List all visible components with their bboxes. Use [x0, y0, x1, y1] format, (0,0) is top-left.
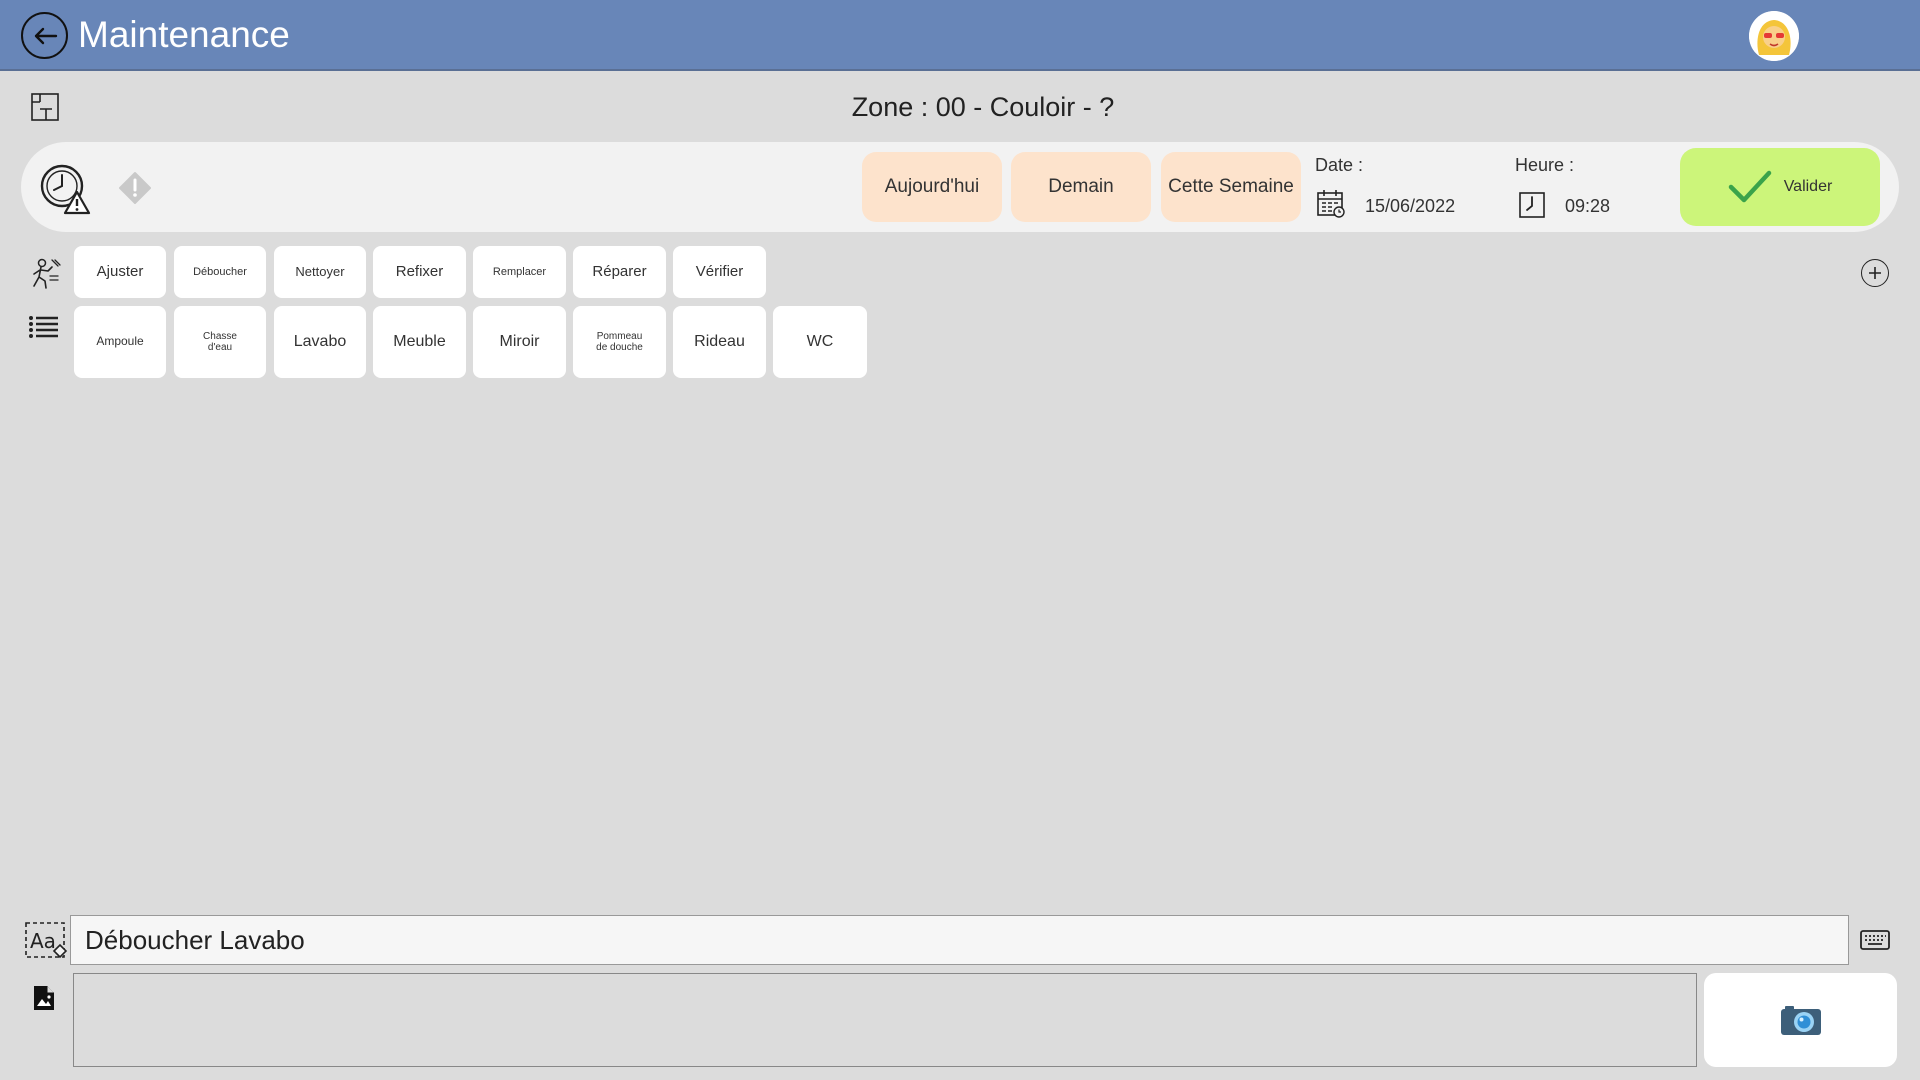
calendar-icon[interactable]	[1316, 189, 1346, 219]
time-value[interactable]: 09:28	[1565, 196, 1610, 217]
notes-area[interactable]	[73, 973, 1697, 1067]
back-button[interactable]	[21, 12, 68, 59]
this-week-button[interactable]: Cette Semaine	[1161, 152, 1301, 222]
object-wc[interactable]: WC	[773, 306, 867, 378]
back-arrow-icon	[34, 27, 57, 44]
validate-label: Valider	[1783, 178, 1833, 195]
image-file-icon[interactable]	[33, 985, 55, 1011]
description-input[interactable]	[70, 915, 1849, 965]
action-deboucher[interactable]: Déboucher	[174, 246, 266, 298]
text-edit-icon[interactable]: Aa	[24, 921, 68, 963]
object-chasse-deau[interactable]: Chasse d'eau	[174, 306, 266, 378]
date-label: Date :	[1315, 155, 1364, 175]
tomorrow-button[interactable]: Demain	[1011, 152, 1151, 222]
object-ampoule[interactable]: Ampoule	[74, 306, 166, 378]
time-label: Heure :	[1515, 155, 1575, 175]
clock-warning-icon[interactable]	[38, 162, 92, 216]
date-value[interactable]: 15/06/2022	[1365, 196, 1455, 217]
action-refixer[interactable]: Refixer	[373, 246, 466, 298]
action-reparer[interactable]: Réparer	[573, 246, 666, 298]
object-rideau[interactable]: Rideau	[673, 306, 766, 378]
zone-title: Zone : 00 - Couloir - ?	[851, 92, 1115, 122]
svg-text:Aa: Aa	[30, 929, 56, 953]
avatar-image	[1749, 11, 1799, 61]
object-meuble[interactable]: Meuble	[373, 306, 466, 378]
camera-button[interactable]	[1704, 973, 1897, 1067]
plus-circle-icon	[1869, 267, 1881, 279]
camera-icon	[1780, 1006, 1821, 1035]
object-miroir[interactable]: Miroir	[473, 306, 566, 378]
action-remplacer[interactable]: Remplacer	[473, 246, 566, 298]
app-header: Maintenance	[0, 0, 1920, 71]
add-button[interactable]	[1861, 259, 1889, 287]
clock-icon[interactable]	[1518, 191, 1546, 219]
action-verifier[interactable]: Vérifier	[673, 246, 766, 298]
object-pommeau-de-douche[interactable]: Pommeau de douche	[573, 306, 666, 378]
avatar[interactable]	[1749, 11, 1799, 61]
worker-icon	[33, 258, 61, 289]
check-icon	[1728, 170, 1771, 203]
warning-diamond-icon[interactable]	[118, 171, 152, 205]
action-nettoyer[interactable]: Nettoyer	[274, 246, 366, 298]
validate-button[interactable]: Valider	[1680, 148, 1880, 226]
keyboard-icon[interactable]	[1860, 930, 1890, 950]
page-title: Maintenance	[78, 14, 290, 55]
object-lavabo[interactable]: Lavabo	[274, 306, 366, 378]
today-button[interactable]: Aujourd'hui	[862, 152, 1002, 222]
list-icon	[29, 316, 58, 338]
action-ajuster[interactable]: Ajuster	[74, 246, 166, 298]
